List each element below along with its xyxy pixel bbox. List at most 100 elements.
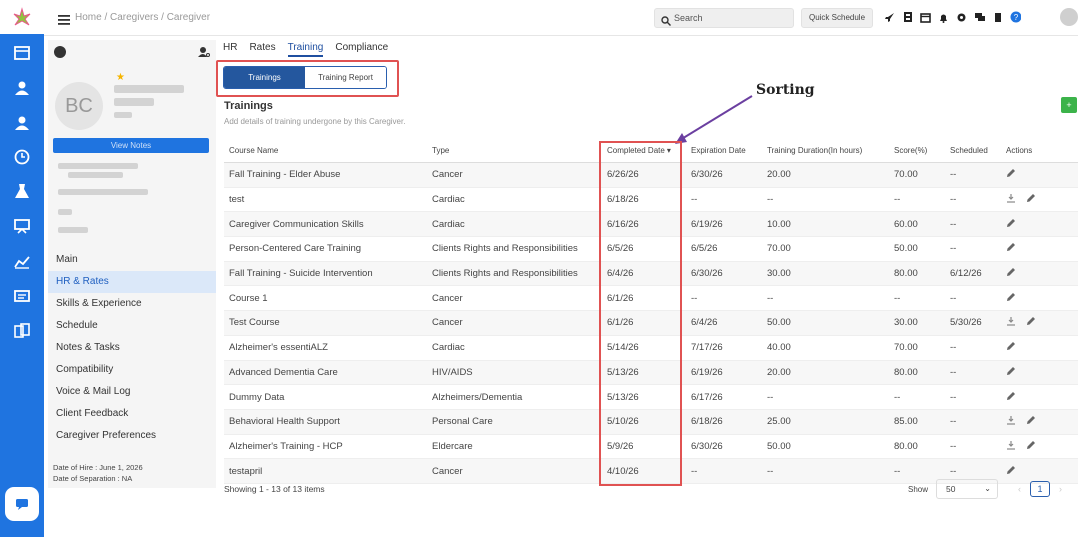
tab-hr[interactable]: HR <box>223 42 237 57</box>
add-training-button[interactable]: + <box>1061 97 1077 113</box>
back-arrow-icon[interactable] <box>54 46 66 58</box>
help-icon[interactable]: ? <box>1010 10 1021 24</box>
segment-training-report[interactable]: Training Report <box>305 67 386 88</box>
caregiver-icon[interactable] <box>12 113 32 133</box>
edit-pencil-icon[interactable] <box>1026 415 1036 428</box>
cell-score: 85.00 <box>894 416 918 428</box>
cell-score: 30.00 <box>894 317 918 329</box>
cell-scheduled: -- <box>950 440 957 452</box>
search-input[interactable]: Search <box>654 8 794 28</box>
cell-course-name: Caregiver Communication Skills <box>229 218 364 230</box>
edit-pencil-icon[interactable] <box>1026 440 1036 453</box>
profile-menu: Main HR & Rates Skills & Experience Sche… <box>48 249 216 447</box>
employment-dates: Date of Hire : June 1, 2026 Date of Sepa… <box>53 462 143 484</box>
calendar-icon[interactable] <box>920 10 931 24</box>
bell-icon[interactable] <box>938 10 949 24</box>
cell-expiration-date: 6/19/26 <box>691 218 723 230</box>
page-1-button[interactable]: 1 <box>1030 481 1050 497</box>
menu-item-client-feedback[interactable]: Client Feedback <box>48 403 216 425</box>
dashboard-icon[interactable] <box>12 43 32 63</box>
user-search-icon[interactable] <box>198 45 210 63</box>
pagination: ‹ 1 › <box>1018 481 1062 497</box>
menu-item-skills[interactable]: Skills & Experience <box>48 293 216 315</box>
col-type[interactable]: Type <box>432 139 449 162</box>
edit-pencil-icon[interactable] <box>1006 366 1016 379</box>
cell-training-duration: -- <box>767 391 774 403</box>
bold-doc-icon[interactable] <box>902 10 913 24</box>
chat-bubbles-icon[interactable] <box>974 10 985 24</box>
view-notes-button[interactable]: View Notes <box>53 138 209 153</box>
cell-expiration-date: 6/30/26 <box>691 440 723 452</box>
cell-course-name: Behavioral Health Support <box>229 416 340 428</box>
cell-training-duration: 20.00 <box>767 366 791 378</box>
menu-item-schedule[interactable]: Schedule <box>48 315 216 337</box>
tab-training[interactable]: Training <box>287 42 324 57</box>
cell-training-duration: -- <box>767 465 774 477</box>
cell-expiration-date: -- <box>691 465 698 477</box>
menu-item-main[interactable]: Main <box>48 249 216 271</box>
cell-course-name: Course 1 <box>229 292 268 304</box>
chat-button[interactable] <box>5 487 39 521</box>
schedule-board-icon[interactable] <box>12 216 32 236</box>
col-course-name[interactable]: Course Name <box>229 139 278 162</box>
edit-pencil-icon[interactable] <box>1006 292 1016 305</box>
cell-scheduled: -- <box>950 342 957 354</box>
edit-pencil-icon[interactable] <box>1006 242 1016 255</box>
edit-pencil-icon[interactable] <box>1026 316 1036 329</box>
menu-item-caregiver-preferences[interactable]: Caregiver Preferences <box>48 425 216 447</box>
quick-schedule-button[interactable]: Quick Schedule <box>801 8 873 28</box>
menu-item-notes[interactable]: Notes & Tasks <box>48 337 216 359</box>
cell-expiration-date: 6/5/26 <box>691 243 718 255</box>
col-score[interactable]: Score(%) <box>894 139 927 162</box>
cell-actions <box>1006 361 1016 385</box>
cell-type: Cancer <box>432 465 463 477</box>
prev-page-button[interactable]: ‹ <box>1018 484 1021 494</box>
client-icon[interactable] <box>12 78 32 98</box>
menu-item-hr-rates[interactable]: HR & Rates <box>48 271 216 293</box>
edit-pencil-icon[interactable] <box>1006 168 1016 181</box>
training-icon[interactable] <box>12 181 32 201</box>
clock-icon[interactable] <box>12 147 32 167</box>
section-subtitle: Add details of training undergone by thi… <box>224 117 406 126</box>
download-icon[interactable] <box>1006 193 1016 206</box>
cell-training-duration: 40.00 <box>767 342 791 354</box>
phone-redacted <box>58 209 72 215</box>
download-icon[interactable] <box>1006 415 1016 428</box>
col-training-duration[interactable]: Training Duration(In hours) <box>767 139 862 162</box>
billing-icon[interactable] <box>12 321 32 341</box>
page-size-select[interactable]: 50 ⌄ <box>936 479 998 499</box>
cell-course-name: Alzheimer's essentiALZ <box>229 342 328 354</box>
cell-score: -- <box>894 194 901 206</box>
col-expiration-date[interactable]: Expiration Date <box>691 139 746 162</box>
reports-chart-icon[interactable] <box>12 252 32 272</box>
edit-pencil-icon[interactable] <box>1006 267 1016 280</box>
edit-pencil-icon[interactable] <box>1006 218 1016 231</box>
rocket-icon[interactable] <box>884 10 895 24</box>
gear-icon[interactable] <box>956 10 967 24</box>
bookmark-icon[interactable] <box>992 10 1003 24</box>
hamburger-menu-icon[interactable] <box>58 12 70 30</box>
cell-scheduled: -- <box>950 194 957 206</box>
cell-type: Cardiac <box>432 218 465 230</box>
menu-item-compatibility[interactable]: Compatibility <box>48 359 216 381</box>
user-avatar[interactable] <box>1060 8 1078 26</box>
download-icon[interactable] <box>1006 440 1016 453</box>
tab-compliance[interactable]: Compliance <box>335 42 388 57</box>
edit-pencil-icon[interactable] <box>1026 193 1036 206</box>
cell-expiration-date: -- <box>691 194 698 206</box>
edit-pencil-icon[interactable] <box>1006 391 1016 404</box>
training-segment-control: Trainings Training Report <box>223 66 387 89</box>
cell-score: 70.00 <box>894 169 918 181</box>
messages-icon[interactable] <box>12 287 32 307</box>
cell-score: 70.00 <box>894 342 918 354</box>
edit-pencil-icon[interactable] <box>1006 341 1016 354</box>
cell-score: 80.00 <box>894 366 918 378</box>
menu-item-voice-mail[interactable]: Voice & Mail Log <box>48 381 216 403</box>
tab-rates[interactable]: Rates <box>249 42 275 57</box>
next-page-button[interactable]: › <box>1059 484 1062 494</box>
cell-score: -- <box>894 292 901 304</box>
col-scheduled[interactable]: Scheduled <box>950 139 988 162</box>
download-icon[interactable] <box>1006 316 1016 329</box>
segment-trainings[interactable]: Trainings <box>224 67 305 88</box>
edit-pencil-icon[interactable] <box>1006 465 1016 478</box>
